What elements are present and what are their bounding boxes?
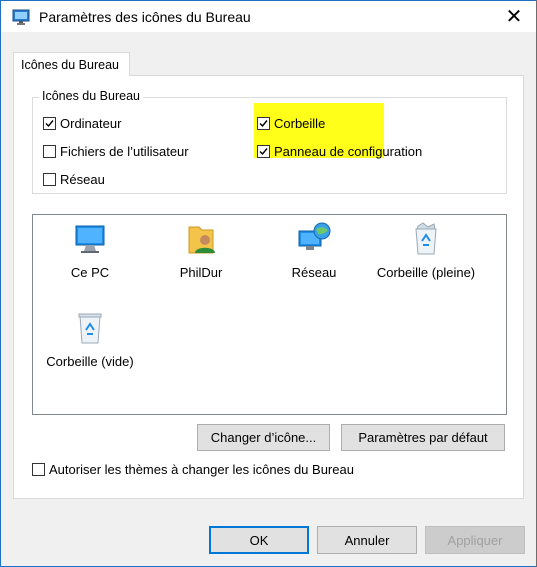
close-button[interactable]: ✕	[492, 1, 536, 32]
checkbox-box[interactable]	[257, 117, 270, 130]
window-title: Paramètres des icônes du Bureau	[39, 9, 251, 25]
recycle-bin-empty-icon	[78, 313, 102, 344]
change-icon-button[interactable]: Changer d’icône...	[197, 424, 330, 451]
close-icon: ✕	[505, 6, 523, 28]
icon-item-recycle-bin-empty[interactable]: Corbeille (vide)	[40, 310, 140, 369]
icon-item-recycle-bin-full[interactable]: Corbeille (pleine)	[371, 221, 481, 280]
title-bar[interactable]: Paramètres des icônes du Bureau ✕	[1, 1, 536, 32]
desktop-icons-groupbox: Icônes du Bureau Ordinateur Corbeille Fi…	[32, 89, 507, 194]
checkbox-label: Réseau	[60, 172, 105, 187]
network-icon	[298, 222, 331, 250]
checkbox-box[interactable]	[43, 173, 56, 186]
user-folder-icon	[188, 226, 215, 254]
icon-list-view[interactable]: Ce PC PhilDur Réseau Corbeille (pleine) …	[32, 214, 507, 415]
checkbox-label: Panneau de configuration	[274, 144, 423, 159]
checkbox-box[interactable]	[43, 145, 56, 158]
checkbox-box[interactable]	[43, 117, 56, 130]
checkbox-label: Corbeille	[274, 116, 326, 131]
icon-label: PhilDur	[179, 265, 223, 280]
apply-button: Appliquer	[425, 526, 525, 554]
checkbox-box[interactable]	[32, 463, 45, 476]
recycle-bin-full-icon	[415, 222, 437, 255]
icon-item-this-pc[interactable]: Ce PC	[40, 221, 140, 280]
desktop-settings-app-icon	[12, 9, 30, 25]
checkbox-label: Fichiers de l’utilisateur	[60, 144, 189, 159]
checkbox-label: Autoriser les thèmes à changer les icône…	[49, 462, 354, 477]
checkbox-computer[interactable]: Ordinateur	[43, 116, 121, 131]
checkbox-recycle-bin[interactable]: Corbeille	[257, 116, 325, 131]
restore-default-button[interactable]: Paramètres par défaut	[341, 424, 505, 451]
ok-button[interactable]: OK	[209, 526, 309, 554]
icon-item-user-folder[interactable]: PhilDur	[151, 221, 251, 280]
checkbox-control-panel[interactable]: Panneau de configuration	[257, 144, 422, 159]
checkbox-user-files[interactable]: Fichiers de l’utilisateur	[43, 144, 189, 159]
checkbox-box[interactable]	[257, 145, 270, 158]
desktop-icon-settings-dialog: Paramètres des icônes du Bureau ✕ Icônes…	[0, 0, 537, 567]
groupbox-legend: Icônes du Bureau	[39, 89, 143, 103]
icon-item-network[interactable]: Réseau	[264, 221, 364, 280]
cancel-button[interactable]: Annuler	[317, 526, 417, 554]
icon-label: Réseau	[291, 265, 337, 280]
icon-label: Corbeille (vide)	[46, 354, 134, 369]
checkbox-network[interactable]: Réseau	[43, 172, 105, 187]
checkbox-allow-themes[interactable]: Autoriser les thèmes à changer les icône…	[32, 462, 354, 477]
checkbox-label: Ordinateur	[60, 116, 122, 131]
icon-label: Ce PC	[70, 265, 110, 280]
tab-panel: Icônes du Bureau Ordinateur Corbeille Fi…	[13, 75, 524, 499]
icon-label: Corbeille (pleine)	[376, 265, 476, 280]
tab-desktop-icons[interactable]: Icônes du Bureau	[13, 52, 130, 76]
computer-icon	[75, 225, 105, 253]
